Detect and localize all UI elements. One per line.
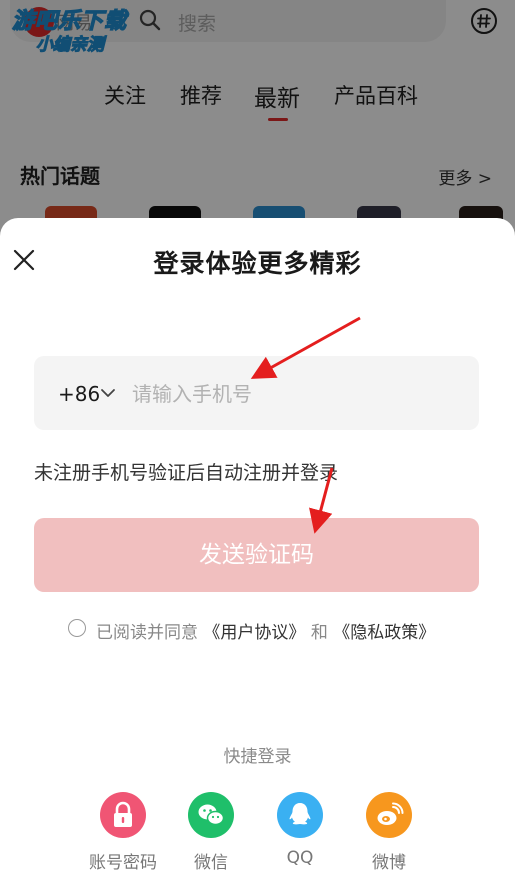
sheet-title: 登录体验更多精彩: [153, 249, 362, 278]
privacy-policy-link[interactable]: 《隐私政策》: [333, 623, 435, 643]
login-sheet: 登录体验更多精彩 +86 未注册手机号验证后自动注册并登录 发送验证码 已阅读并…: [0, 218, 515, 892]
chevron-down-icon[interactable]: [100, 385, 116, 401]
login-option-qq[interactable]: QQ: [265, 792, 335, 868]
login-option-label: 微信: [194, 853, 228, 873]
register-hint: 未注册手机号验证后自动注册并登录: [34, 462, 339, 484]
agreement-text: 已阅读并同意 《用户协议》 和 《隐私政策》: [96, 618, 435, 643]
login-option-label: QQ: [286, 848, 314, 868]
phone-field-group: +86: [34, 356, 479, 430]
agree-radio[interactable]: [68, 619, 86, 637]
wechat-icon[interactable]: [188, 792, 234, 838]
country-code-selector[interactable]: +86: [58, 382, 100, 406]
login-option-label: 微博: [372, 853, 406, 873]
agree-and: 和: [310, 623, 328, 643]
phone-input[interactable]: [130, 372, 464, 416]
login-option-wechat[interactable]: 微信: [176, 792, 246, 873]
agree-prefix: 已阅读并同意: [96, 623, 198, 643]
lock-icon[interactable]: [100, 792, 146, 838]
login-option-weibo[interactable]: 微博: [354, 792, 424, 873]
user-agreement-link[interactable]: 《用户协议》: [203, 623, 305, 643]
login-option-password[interactable]: 账号密码: [88, 792, 158, 873]
quick-login-label: 快捷登录: [223, 747, 292, 767]
login-option-label: 账号密码: [89, 853, 157, 873]
qq-icon[interactable]: [277, 792, 323, 838]
weibo-icon[interactable]: [366, 792, 412, 838]
send-code-button[interactable]: 发送验证码: [34, 518, 479, 592]
